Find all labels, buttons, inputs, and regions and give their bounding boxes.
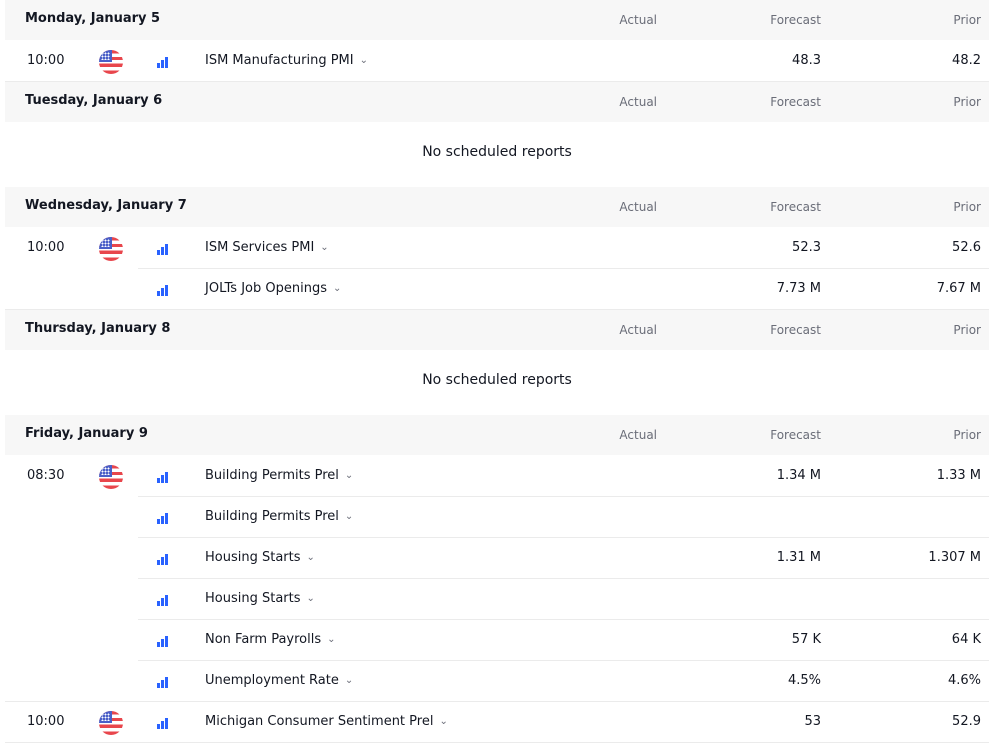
importance-bars-icon <box>157 717 169 729</box>
us-flag-icon <box>99 711 123 735</box>
economic-calendar: Monday, January 5 Actual Forecast Prior … <box>5 0 989 743</box>
event-row[interactable]: Building Permits Prel ⌄ <box>5 497 989 538</box>
day-title: Thursday, January 8 <box>25 321 171 336</box>
day-header-tuesday: Tuesday, January 6 Actual Forecast Prior <box>5 82 989 122</box>
event-prior: 1.307 M <box>928 550 981 565</box>
event-name[interactable]: JOLTs Job Openings ⌄ <box>205 281 341 296</box>
importance-bars-icon <box>157 676 169 688</box>
event-row[interactable]: 08:30 Building Permits Prel ⌄ 1.34 M 1.33… <box>5 456 989 497</box>
event-name[interactable]: Non Farm Payrolls ⌄ <box>205 632 336 647</box>
day-header-thursday: Thursday, January 8 Actual Forecast Prio… <box>5 310 989 350</box>
column-forecast-label: Forecast <box>770 323 821 337</box>
event-time: 10:00 <box>27 53 65 68</box>
column-prior-label: Prior <box>953 95 981 109</box>
importance-bars-icon <box>157 512 169 524</box>
event-prior: 52.6 <box>952 240 981 255</box>
event-forecast: 7.73 M <box>776 281 821 296</box>
event-forecast: 1.31 M <box>776 550 821 565</box>
chevron-down-icon[interactable]: ⌄ <box>333 283 341 294</box>
event-prior: 4.6% <box>947 673 981 688</box>
day-header-wednesday: Wednesday, January 7 Actual Forecast Pri… <box>5 187 989 227</box>
column-prior-label: Prior <box>953 428 981 442</box>
column-actual-label: Actual <box>619 13 657 27</box>
event-prior: 1.33 M <box>936 468 981 483</box>
us-flag-icon <box>99 237 123 261</box>
importance-bars-icon <box>157 553 169 565</box>
day-header-monday: Monday, January 5 Actual Forecast Prior <box>5 0 989 40</box>
column-forecast-label: Forecast <box>770 428 821 442</box>
event-name[interactable]: Housing Starts ⌄ <box>205 591 315 606</box>
event-prior: 52.9 <box>952 714 981 729</box>
event-prior: 48.2 <box>952 53 981 68</box>
chevron-down-icon[interactable]: ⌄ <box>439 716 447 727</box>
event-name[interactable]: ISM Manufacturing PMI ⌄ <box>205 53 368 68</box>
column-actual-label: Actual <box>619 200 657 214</box>
column-prior-label: Prior <box>953 13 981 27</box>
empty-day-section: No scheduled reports <box>5 350 989 414</box>
event-forecast: 52.3 <box>792 240 821 255</box>
event-forecast: 4.5% <box>787 673 821 688</box>
event-row[interactable]: Housing Starts ⌄ <box>5 579 989 620</box>
column-prior-label: Prior <box>953 200 981 214</box>
chevron-down-icon[interactable]: ⌄ <box>307 552 315 563</box>
us-flag-icon <box>99 50 123 74</box>
importance-bars-icon <box>157 284 169 296</box>
event-row[interactable]: Unemployment Rate ⌄ 4.5% 4.6% <box>5 661 989 702</box>
no-reports-message: No scheduled reports <box>422 372 572 388</box>
chevron-down-icon[interactable]: ⌄ <box>345 470 353 481</box>
day-title: Tuesday, January 6 <box>25 93 163 108</box>
column-forecast-label: Forecast <box>770 13 821 27</box>
column-prior-label: Prior <box>953 323 981 337</box>
event-name[interactable]: Michigan Consumer Sentiment Prel ⌄ <box>205 714 448 729</box>
event-name[interactable]: Building Permits Prel ⌄ <box>205 509 353 524</box>
event-name[interactable]: Building Permits Prel ⌄ <box>205 468 353 483</box>
empty-day-section: No scheduled reports <box>5 122 989 186</box>
importance-bars-icon <box>157 471 169 483</box>
event-prior: 64 K <box>951 632 981 647</box>
day-header-friday: Friday, January 9 Actual Forecast Prior <box>5 415 989 455</box>
day-title: Wednesday, January 7 <box>25 198 187 213</box>
chevron-down-icon[interactable]: ⌄ <box>307 593 315 604</box>
event-name[interactable]: Unemployment Rate ⌄ <box>205 673 353 688</box>
event-time: 10:00 <box>27 240 65 255</box>
event-prior: 7.67 M <box>936 281 981 296</box>
column-forecast-label: Forecast <box>770 200 821 214</box>
day-title: Monday, January 5 <box>25 11 161 26</box>
event-row[interactable]: Non Farm Payrolls ⌄ 57 K 64 K <box>5 620 989 661</box>
importance-bars-icon <box>157 243 169 255</box>
no-reports-message: No scheduled reports <box>422 144 572 160</box>
event-time: 10:00 <box>27 714 65 729</box>
chevron-down-icon[interactable]: ⌄ <box>360 55 368 66</box>
event-name[interactable]: Housing Starts ⌄ <box>205 550 315 565</box>
event-forecast: 57 K <box>791 632 821 647</box>
importance-bars-icon <box>157 635 169 647</box>
event-time: 08:30 <box>27 468 65 483</box>
event-name[interactable]: ISM Services PMI ⌄ <box>205 240 329 255</box>
event-forecast: 48.3 <box>792 53 821 68</box>
event-row[interactable]: JOLTs Job Openings ⌄ 7.73 M 7.67 M <box>5 269 989 310</box>
day-title: Friday, January 9 <box>25 426 148 441</box>
chevron-down-icon[interactable]: ⌄ <box>345 511 353 522</box>
event-forecast: 53 <box>804 714 821 729</box>
column-forecast-label: Forecast <box>770 95 821 109</box>
column-actual-label: Actual <box>619 428 657 442</box>
event-row[interactable]: 10:00 ISM Manufacturing PMI ⌄ 48.3 48.2 <box>5 41 989 82</box>
importance-bars-icon <box>157 56 169 68</box>
importance-bars-icon <box>157 594 169 606</box>
chevron-down-icon[interactable]: ⌄ <box>320 242 328 253</box>
event-row[interactable]: Housing Starts ⌄ 1.31 M 1.307 M <box>5 538 989 579</box>
event-forecast: 1.34 M <box>776 468 821 483</box>
event-row[interactable]: 10:00 Michigan Consumer Sentiment Prel ⌄ … <box>5 702 989 743</box>
column-actual-label: Actual <box>619 95 657 109</box>
column-actual-label: Actual <box>619 323 657 337</box>
us-flag-icon <box>99 465 123 489</box>
chevron-down-icon[interactable]: ⌄ <box>327 634 335 645</box>
chevron-down-icon[interactable]: ⌄ <box>345 675 353 686</box>
event-row[interactable]: 10:00 ISM Services PMI ⌄ 52.3 52.6 <box>5 228 989 269</box>
